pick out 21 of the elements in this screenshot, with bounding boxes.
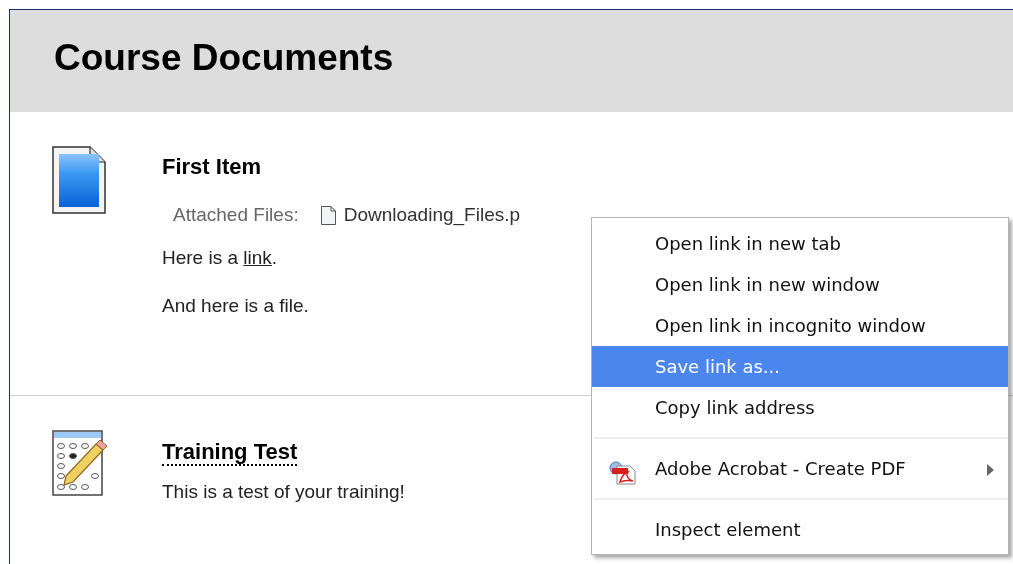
menu-item[interactable]: Open link in incognito window — [592, 305, 1008, 346]
menu-item[interactable]: Copy link address — [592, 387, 1008, 428]
item-title: First Item — [162, 153, 262, 181]
menu-item[interactable]: Save link as... — [592, 346, 1008, 387]
test-sheet-icon — [52, 430, 108, 496]
page-title: Course Documents — [54, 35, 394, 80]
pdf-icon — [608, 461, 638, 485]
menu-item[interactable]: Adobe Acrobat - Create PDF — [592, 448, 1008, 489]
attachment-label: Attached Files: — [173, 203, 299, 227]
link[interactable]: link — [243, 246, 272, 268]
document-icon — [52, 146, 106, 214]
file-icon — [320, 205, 336, 225]
submenu-arrow-icon — [987, 464, 994, 476]
menu-item[interactable]: Open link in new window — [592, 264, 1008, 305]
menu-item[interactable]: Inspect element — [592, 509, 1008, 550]
menu-item[interactable]: Open link in new tab — [592, 223, 1008, 264]
paragraph: This is a test of your training! — [162, 480, 405, 505]
item-title[interactable]: Training Test — [162, 440, 298, 467]
file-link[interactable]: Downloading_Files.p — [343, 201, 521, 230]
paragraph: And here is a file. — [162, 294, 310, 318]
paragraph: Here is a link. — [162, 245, 279, 270]
